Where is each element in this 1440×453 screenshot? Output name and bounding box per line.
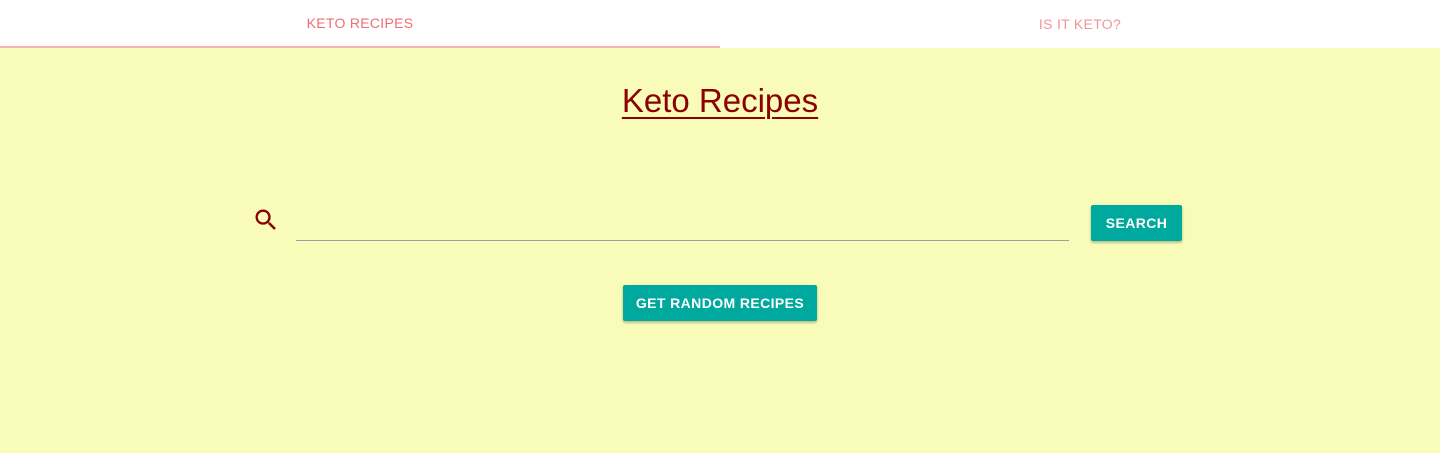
- get-random-recipes-button[interactable]: GET RANDOM RECIPES: [623, 285, 817, 321]
- search-button[interactable]: SEARCH: [1091, 205, 1182, 241]
- main-content: Keto Recipes SEARCH GET RANDOM RECIPES: [0, 48, 1440, 453]
- tab-bar: KETO RECIPES IS IT KETO?: [0, 0, 1440, 48]
- page-title[interactable]: Keto Recipes: [0, 82, 1440, 120]
- search-icon: [252, 206, 280, 234]
- tab-keto-recipes[interactable]: KETO RECIPES: [0, 0, 720, 48]
- tab-is-it-keto[interactable]: IS IT KETO?: [720, 0, 1440, 48]
- search-input[interactable]: [296, 204, 1069, 241]
